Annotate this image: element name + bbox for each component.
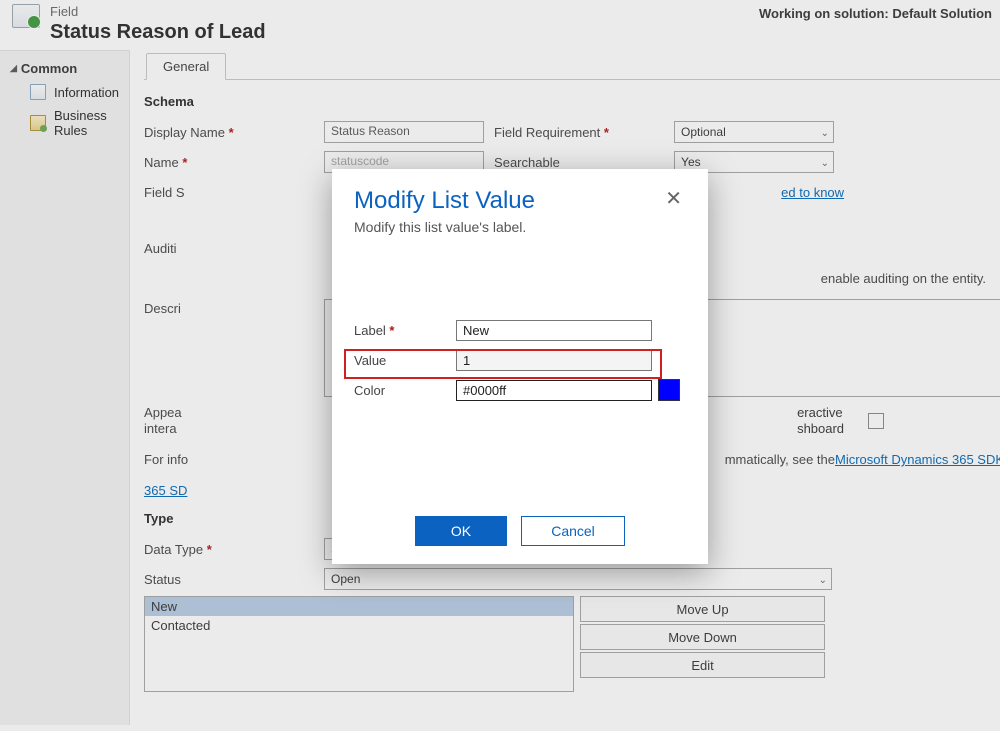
row-option-list: New Contacted Move Up Move Down Edit — [144, 596, 1000, 692]
dialog-title: Modify List Value — [354, 187, 661, 215]
header-title: Status Reason of Lead — [50, 20, 759, 44]
field-entity-icon — [12, 4, 40, 28]
row-label: Label — [354, 315, 686, 345]
sidebar-group-label: Common — [21, 61, 77, 76]
input-color[interactable] — [456, 380, 652, 401]
sidebar-item-information[interactable]: Information — [0, 80, 129, 104]
label-color: Color — [354, 383, 456, 398]
sidebar-item-label: Information — [54, 85, 119, 100]
label-field-requirement: Field Requirement — [494, 125, 674, 140]
input-value[interactable] — [456, 350, 652, 371]
list-action-buttons: Move Up Move Down Edit — [580, 596, 825, 692]
select-status[interactable]: Open ⌄ — [324, 568, 832, 590]
label-interactive-left: Appeaintera — [144, 405, 324, 437]
label-description: Descri — [144, 299, 324, 316]
dialog-header: Modify List Value ✕ — [332, 169, 708, 219]
cancel-button[interactable]: Cancel — [521, 516, 625, 546]
edit-button[interactable]: Edit — [580, 652, 825, 678]
select-value: Yes — [681, 155, 701, 169]
label-status: Status — [144, 572, 324, 587]
label-display-name: Display Name — [144, 125, 324, 140]
tab-label: General — [163, 59, 209, 74]
sdk-text-end: mmatically, see the — [725, 450, 835, 470]
dialog-body: Label Value Color — [332, 235, 708, 405]
label-interactive-right: eractive shboard — [797, 405, 844, 437]
tab-strip: General — [144, 50, 1000, 80]
select-value: Optional — [681, 125, 726, 139]
label-data-type: Data Type — [144, 542, 324, 557]
chevron-down-icon: ⌄ — [821, 158, 829, 169]
chevron-down-icon: ⌄ — [821, 128, 829, 139]
collapse-triangle-icon: ◢ — [10, 63, 17, 74]
label-auditing: Auditi — [144, 241, 324, 256]
list-item[interactable]: Contacted — [145, 616, 573, 635]
row-status: Status Open ⌄ — [144, 564, 1000, 594]
checkbox-interactive-dashboard[interactable] — [868, 413, 884, 429]
label-label: Label — [354, 323, 456, 338]
header-eyebrow: Field — [50, 4, 759, 20]
close-icon[interactable]: ✕ — [661, 187, 686, 211]
chevron-down-icon: ⌄ — [819, 575, 827, 586]
link-sdk[interactable]: Microsoft Dynamics 365 SDK — [835, 450, 1000, 470]
header-titles: Field Status Reason of Lead — [50, 4, 759, 44]
label-field-security: Field S — [144, 185, 324, 200]
input-label[interactable] — [456, 320, 652, 341]
dialog-footer: OK Cancel — [332, 516, 708, 552]
sidebar: ◢ Common Information Business Rules — [0, 50, 130, 725]
modify-list-value-dialog: Modify List Value ✕ Modify this list val… — [332, 169, 708, 564]
sidebar-item-business-rules[interactable]: Business Rules — [0, 104, 129, 142]
link-need-to-know[interactable]: ed to know — [781, 185, 844, 200]
select-value: Open — [331, 572, 360, 586]
sidebar-item-label: Business Rules — [54, 108, 119, 138]
label-value: Value — [354, 353, 456, 368]
move-up-button[interactable]: Move Up — [580, 596, 825, 622]
select-field-requirement[interactable]: Optional ⌄ — [674, 121, 834, 143]
row-value: Value — [354, 345, 686, 375]
status-reason-listbox[interactable]: New Contacted — [144, 596, 574, 692]
solution-context: Working on solution: Default Solution — [759, 4, 992, 21]
auditing-note: enable auditing on the entity. — [821, 271, 986, 286]
sdk-text-start: For info — [144, 450, 188, 470]
rules-icon — [30, 115, 46, 131]
link-sdk-continued[interactable]: 365 SD — [144, 483, 187, 498]
color-swatch[interactable] — [658, 379, 680, 401]
page-icon — [30, 84, 46, 100]
input-display-name[interactable]: Status Reason — [324, 121, 484, 143]
list-item[interactable]: New — [145, 597, 573, 616]
label-name: Name — [144, 155, 324, 170]
dialog-subtitle: Modify this list value's label. — [332, 219, 708, 235]
section-schema-title: Schema — [144, 94, 1000, 109]
sidebar-group-common[interactable]: ◢ Common — [0, 57, 129, 80]
row-display-name: Display Name Status Reason Field Require… — [144, 117, 1000, 147]
ok-button[interactable]: OK — [415, 516, 507, 546]
move-down-button[interactable]: Move Down — [580, 624, 825, 650]
row-color: Color — [354, 375, 686, 405]
tab-general[interactable]: General — [146, 53, 226, 80]
label-searchable: Searchable — [494, 155, 674, 170]
page-header: Field Status Reason of Lead Working on s… — [0, 0, 1000, 50]
